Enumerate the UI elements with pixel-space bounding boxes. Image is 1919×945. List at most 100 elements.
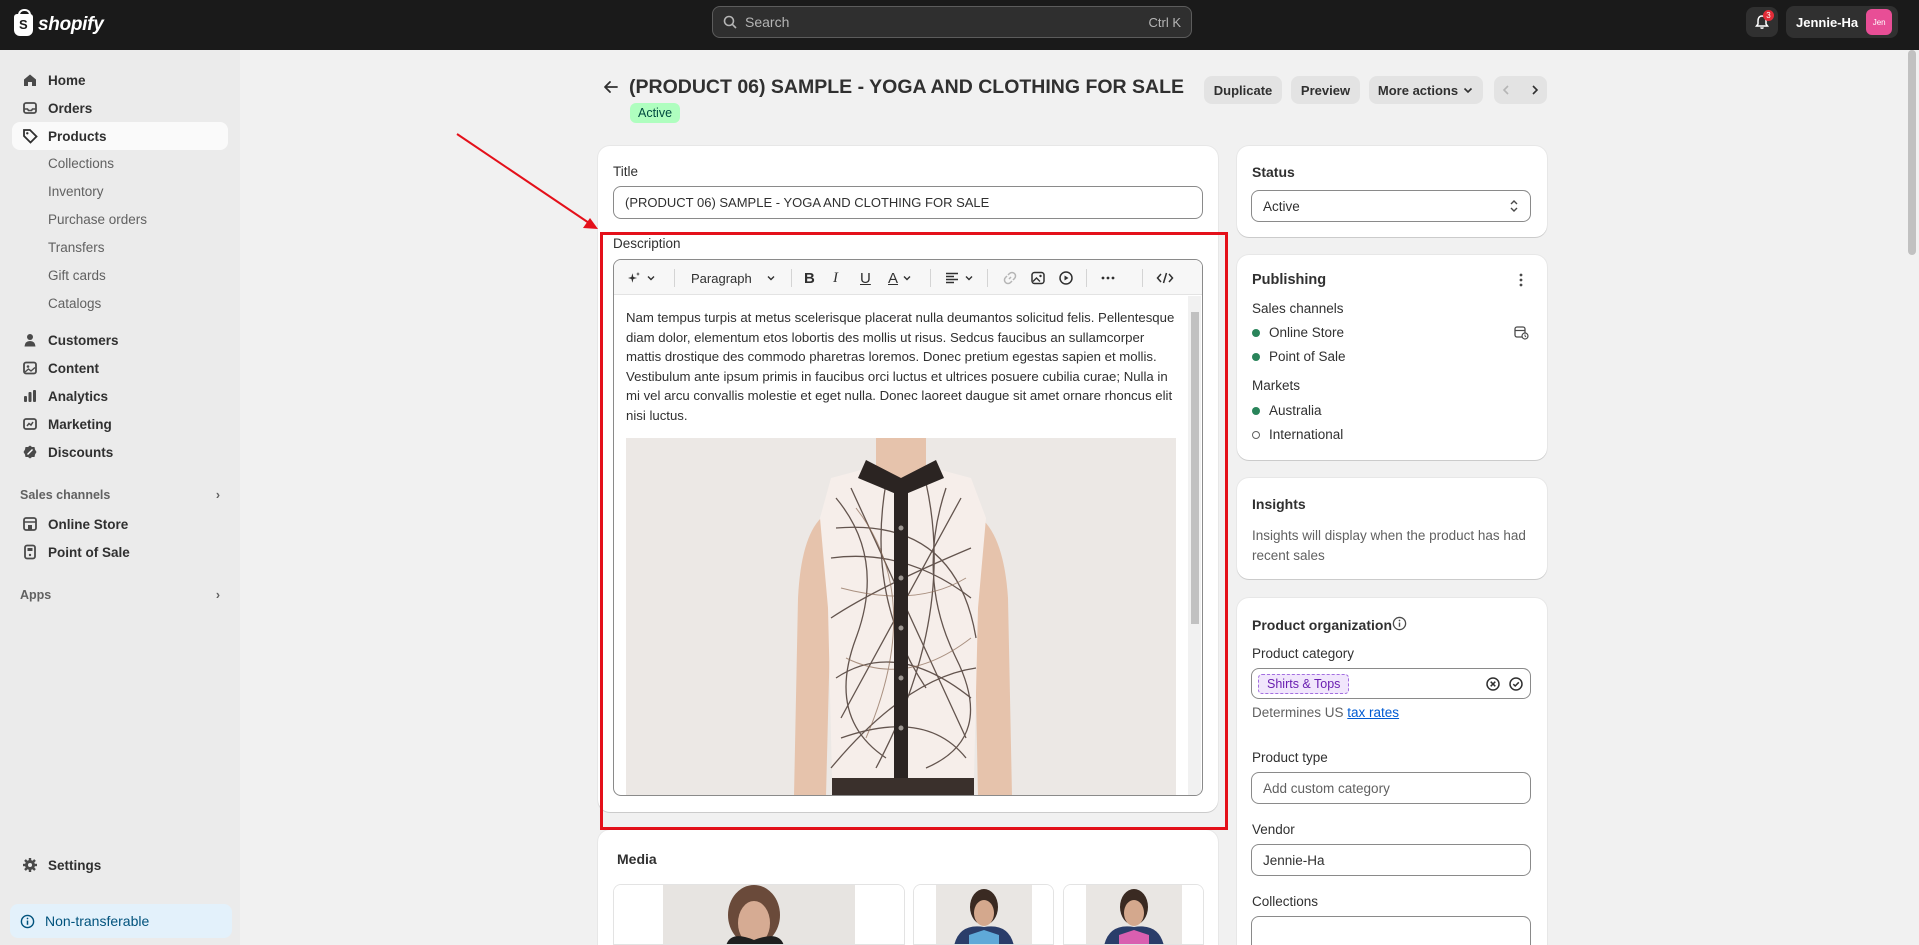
status-dot-active [1252,352,1260,361]
user-menu-button[interactable]: Jennie-Ha Jen [1786,6,1898,38]
media-thumbnail[interactable] [1063,884,1204,945]
media-thumbnail[interactable] [613,884,905,945]
sidebar-item-discounts[interactable]: Discounts [12,438,228,466]
duplicate-button[interactable]: Duplicate [1204,76,1282,104]
top-bar: shopify Search Ctrl K 3 Jennie-Ha Jen [0,0,1919,50]
status-dot-inactive [1252,430,1260,439]
sidebar-section-apps[interactable]: Apps › [20,588,220,602]
sidebar-item-label: Point of Sale [48,544,130,560]
status-select[interactable]: Active [1251,190,1531,222]
tax-rates-note: Determines US tax rates [1252,705,1399,720]
orders-icon [23,102,37,114]
shopify-logo[interactable]: shopify [14,9,104,38]
sales-channels-label: Sales channels [1252,301,1344,316]
tax-rates-link[interactable]: tax rates [1347,705,1399,720]
collections-label: Collections [1252,894,1319,909]
non-transferable-label: Non-transferable [45,913,150,929]
chevron-right-icon: › [215,588,220,602]
non-transferable-banner[interactable]: Non-transferable [10,904,232,938]
notification-badge: 3 [1763,10,1774,21]
channel-label: Point of Sale [1269,349,1346,364]
sidebar-subitem-collections[interactable]: Collections [48,154,114,174]
sidebar-item-label: Settings [48,857,102,873]
page-scrollbar-thumb[interactable] [1908,50,1916,255]
pagination-buttons [1494,76,1547,104]
title-input[interactable]: (PRODUCT 06) SAMPLE - YOGA AND CLOTHING … [613,186,1203,219]
sidebar-subitem-purchase-orders[interactable]: Purchase orders [48,210,147,230]
preview-button[interactable]: Preview [1291,76,1360,104]
channel-point-of-sale: Point of Sale [1252,349,1346,364]
sidebar-item-customers[interactable]: Customers [12,326,228,354]
sidebar-subitem-catalogs[interactable]: Catalogs [48,294,101,314]
sidebar-item-point-of-sale[interactable]: Point of Sale [12,538,228,566]
media-photo-3 [1064,885,1203,944]
market-label: International [1269,427,1344,442]
market-australia: Australia [1252,403,1322,418]
select-arrows-icon [1510,200,1518,212]
collections-input[interactable] [1251,916,1531,945]
sidebar-item-products[interactable]: Products [12,122,228,150]
info-icon[interactable] [1392,616,1407,631]
sidebar-item-label: Online Store [48,516,129,532]
search-input[interactable]: Search Ctrl K [712,6,1192,38]
search-placeholder: Search [745,14,790,30]
market-international: International [1252,427,1343,442]
bar-chart-icon [24,390,36,402]
more-vertical-icon[interactable] [1515,271,1527,289]
home-icon [24,74,36,86]
sidebar-subitem-inventory[interactable]: Inventory [48,182,104,202]
clear-circle-icon[interactable] [1485,676,1501,692]
sidebar-section-sales-channels[interactable]: Sales channels › [20,488,220,502]
markets-label: Markets [1252,378,1301,393]
channel-label: Online Store [1269,325,1345,340]
calendar-schedule-icon[interactable] [1513,324,1529,340]
status-select-value: Active [1263,198,1300,214]
sidebar-item-home[interactable]: Home [12,66,228,94]
product-category-label: Product category [1252,646,1355,661]
media-thumbnail[interactable] [913,884,1054,945]
status-label: Status [1252,164,1295,180]
discount-icon [23,445,37,459]
chevron-down-icon [1464,87,1473,94]
search-shortcut: Ctrl K [1148,14,1182,30]
page-scrollbar[interactable] [1905,50,1919,945]
check-circle-icon[interactable] [1508,676,1524,692]
category-tag[interactable]: Shirts & Tops [1258,673,1350,694]
title-label: Title [613,164,639,179]
channel-online-store: Online Store [1252,325,1344,340]
next-product-icon[interactable] [1528,83,1542,97]
insights-text: Insights will display when the product h… [1252,528,1526,563]
section-label: Sales channels [20,488,111,502]
status-dot-active [1252,328,1260,337]
shopify-bag-icon [14,9,33,36]
product-category-input[interactable]: Shirts & Tops [1251,668,1531,699]
sidebar-item-marketing[interactable]: Marketing [12,410,228,438]
search-icon [723,15,737,29]
sidebar-item-online-store[interactable]: Online Store [12,510,228,538]
previous-product-icon[interactable] [1499,83,1513,97]
sidebar: Home Orders Products Collections Invento… [0,50,240,945]
content-icon [23,361,37,375]
marketing-icon [23,418,37,430]
market-label: Australia [1269,403,1322,418]
status-dot-active [1252,406,1260,415]
vendor-input[interactable]: Jennie-Ha [1251,844,1531,876]
sidebar-subitem-transfers[interactable]: Transfers [48,238,105,258]
back-arrow-icon[interactable] [602,78,620,96]
product-type-input[interactable]: Add custom category [1251,772,1531,804]
sidebar-item-settings[interactable]: Settings [12,851,228,879]
sidebar-item-orders[interactable]: Orders [12,94,228,122]
sidebar-subitem-gift-cards[interactable]: Gift cards [48,266,106,286]
product-type-label: Product type [1252,750,1328,765]
section-label: Apps [20,588,52,602]
notifications-button[interactable]: 3 [1746,7,1778,37]
vendor-label: Vendor [1252,822,1295,837]
more-actions-button[interactable]: More actions [1369,76,1483,104]
sidebar-item-label: Marketing [48,416,112,432]
sidebar-item-content[interactable]: Content [12,354,228,382]
sidebar-item-label: Discounts [48,444,114,460]
insights-label: Insights [1252,496,1306,512]
user-name: Jennie-Ha [1796,14,1859,30]
sidebar-item-analytics[interactable]: Analytics [12,382,228,410]
media-label: Media [617,851,657,867]
